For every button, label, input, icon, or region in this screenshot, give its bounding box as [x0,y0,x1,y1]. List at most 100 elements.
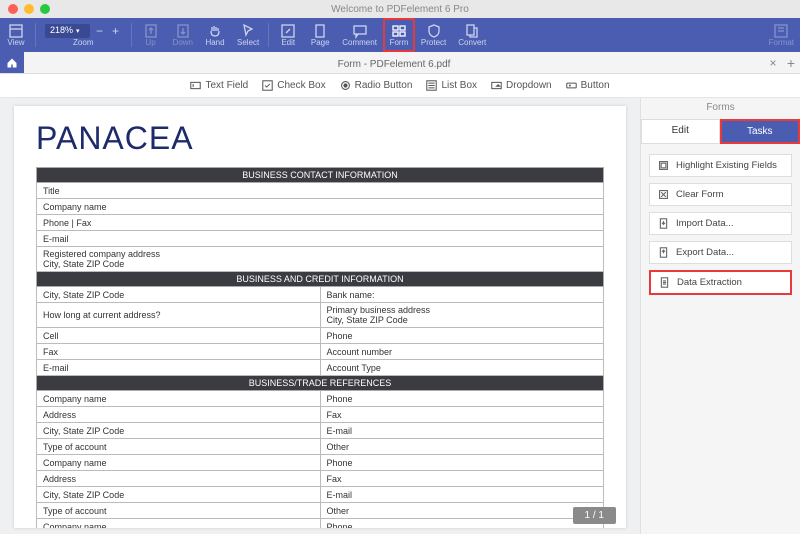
table-cell: Fax [320,407,604,423]
view-label: View [7,38,24,47]
home-icon [6,57,18,69]
table-cell: Other [320,503,604,519]
table-cell: E-mail [37,231,604,247]
table-cell: Other [320,439,604,455]
down-button[interactable]: Down [167,18,199,52]
document-heading: PANACEA [36,120,604,157]
form-label: Form [390,38,409,47]
table-cell: Type of account [37,503,321,519]
table-cell: Address [37,471,321,487]
text-field-icon [190,80,201,91]
comment-button[interactable]: Comment [336,18,383,52]
list-box-label: List Box [441,80,477,91]
list-box-tool[interactable]: List Box [426,80,477,91]
table-cell: Account number [320,344,604,360]
document-tab[interactable]: Form - PDFelement 6.pdf [24,56,764,70]
list-box-icon [426,80,437,91]
hand-button[interactable]: Hand [199,18,231,52]
check-box-label: Check Box [277,80,325,91]
main-toolbar: View 218%▾ − + Zoom Up Down Hand Select … [0,18,800,52]
hand-label: Hand [205,38,224,47]
dropdown-tool[interactable]: Dropdown [491,80,552,91]
down-label: Down [173,38,193,47]
form-button[interactable]: Form [383,18,415,52]
data-extraction-button[interactable]: Data Extraction [649,270,792,295]
page-button[interactable]: Page [304,18,336,52]
extract-icon [659,277,670,288]
format-label: Format [769,38,794,47]
clear-form-button[interactable]: Clear Form [649,183,792,206]
view-icon [8,24,24,38]
table-cell: Company name [37,519,321,529]
edit-label: Edit [281,38,295,47]
dropdown-icon [491,80,502,91]
document-canvas[interactable]: PANACEA BUSINESS CONTACT INFORMATION Tit… [0,98,640,534]
zoom-group: 218%▾ − + Zoom [39,18,128,52]
select-label: Select [237,38,259,47]
add-tab-button[interactable]: + [782,55,800,71]
select-button[interactable]: Select [231,18,265,52]
table-cell: Fax [37,344,321,360]
dropdown-label: Dropdown [506,80,552,91]
table-cell: Company name [37,199,604,215]
close-tab-button[interactable]: × [764,56,782,70]
table-cell: Company name [37,391,321,407]
section-header: BUSINESS AND CREDIT INFORMATION [37,272,604,287]
zoom-select[interactable]: 218%▾ [45,24,90,38]
zoom-out-button[interactable]: − [94,24,106,38]
text-field-tool[interactable]: Text Field [190,80,248,91]
titlebar: Welcome to PDFelement 6 Pro [0,0,800,18]
pdf-page: PANACEA BUSINESS CONTACT INFORMATION Tit… [14,106,626,528]
table-cell: Title [37,183,604,199]
cursor-icon [240,24,256,38]
text-field-label: Text Field [205,80,248,91]
home-tab[interactable] [0,52,24,73]
protect-button[interactable]: Protect [415,18,452,52]
table-cell: Phone [320,519,604,529]
up-button[interactable]: Up [135,18,167,52]
view-button[interactable]: View [0,18,32,52]
radio-button-tool[interactable]: Radio Button [340,80,413,91]
clear-icon [658,189,669,200]
import-data-button[interactable]: Import Data... [649,212,792,235]
page-icon [312,24,328,38]
table-cell: City, State ZIP Code [37,487,321,503]
button-tool[interactable]: Button [566,80,610,91]
check-box-tool[interactable]: Check Box [262,80,325,91]
tab-tasks[interactable]: Tasks [720,119,800,144]
page-label: Page [311,38,330,47]
table-cell: Account Type [320,360,604,376]
panel-title: Forms [641,98,800,119]
zoom-value: 218% [50,25,73,35]
shield-icon [426,24,442,38]
table-cell: Phone [320,328,604,344]
export-label: Export Data... [676,247,734,258]
section-header: BUSINESS CONTACT INFORMATION [37,168,604,183]
extract-label: Data Extraction [677,277,742,288]
table-cell: Bank name: [320,287,604,303]
edit-button[interactable]: Edit [272,18,304,52]
format-button[interactable]: Format [763,18,800,52]
hand-icon [207,24,223,38]
table-cell: Phone [320,391,604,407]
table-cell: Company name [37,455,321,471]
table-cell: E-mail [320,487,604,503]
section-header: BUSINESS/TRADE REFERENCES [37,376,604,391]
table-cell: Type of account [37,439,321,455]
form-tools-row: Text Field Check Box Radio Button List B… [0,74,800,98]
highlight-fields-button[interactable]: Highlight Existing Fields [649,154,792,177]
business-contact-table: BUSINESS CONTACT INFORMATION Title Compa… [36,167,604,528]
comment-icon [352,24,368,38]
convert-label: Convert [458,38,486,47]
tab-edit[interactable]: Edit [641,119,720,144]
protect-label: Protect [421,38,446,47]
table-cell: Fax [320,471,604,487]
export-data-button[interactable]: Export Data... [649,241,792,264]
arrow-up-icon [143,24,159,38]
arrow-down-icon [175,24,191,38]
format-icon [773,24,789,38]
table-cell: City, State ZIP Code [37,287,321,303]
zoom-in-button[interactable]: + [110,24,122,38]
up-label: Up [145,38,155,47]
convert-button[interactable]: Convert [452,18,492,52]
